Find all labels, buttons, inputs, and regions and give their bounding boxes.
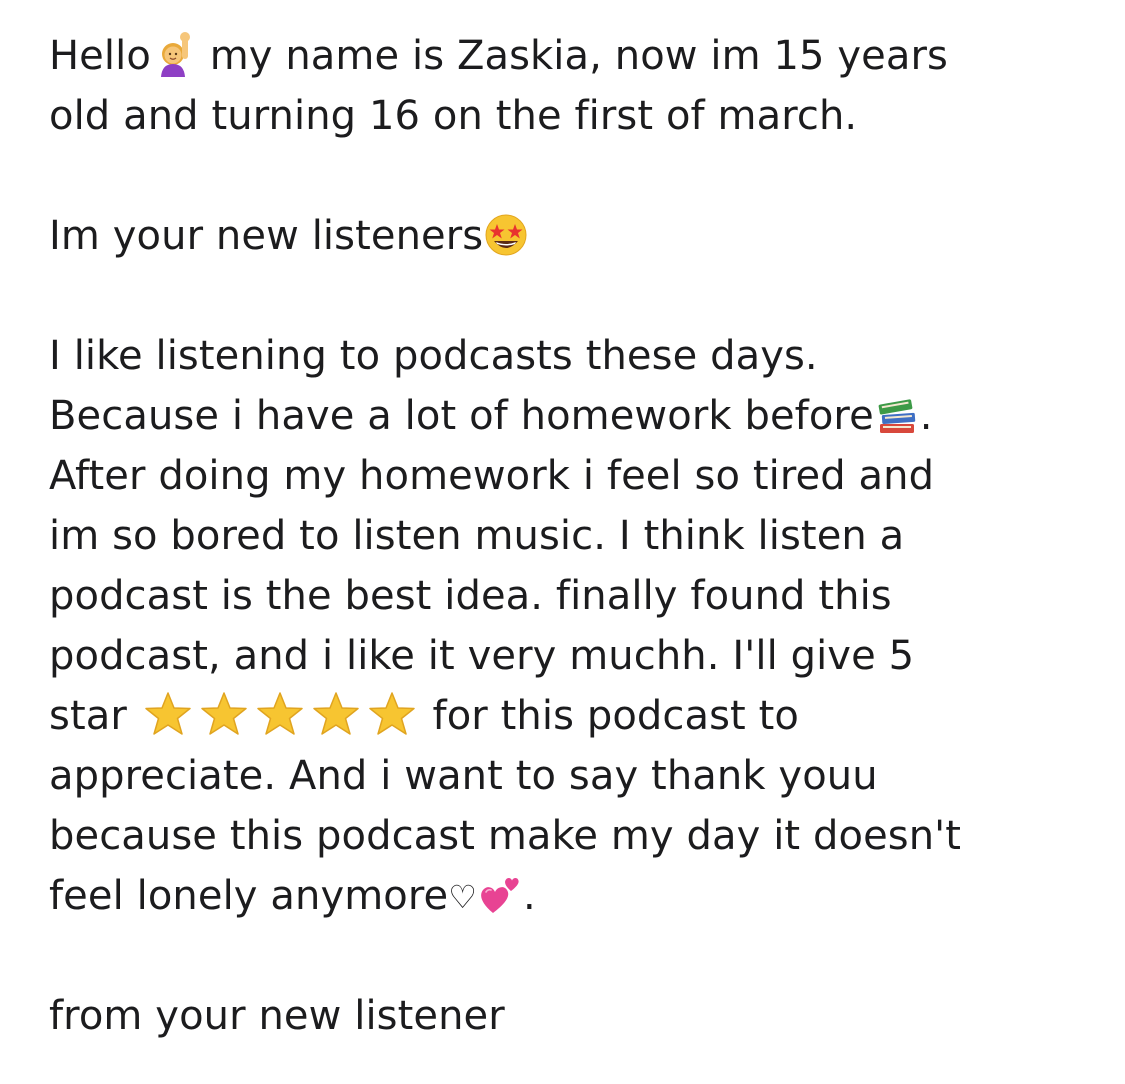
star-icon (308, 691, 364, 737)
period-text: . (919, 393, 933, 439)
note-line: Because i have a lot of homework before … (49, 386, 1109, 446)
books-icon (874, 391, 920, 437)
star-icon (196, 691, 252, 737)
two-hearts-icon (477, 871, 523, 917)
heart-outline-icon: ♡ (448, 878, 478, 916)
signature-text: from your new listener (49, 993, 505, 1039)
homework-text: Because i have a lot of homework before (49, 393, 874, 439)
star-icon (140, 691, 196, 737)
woman-raising-hand-icon (151, 31, 197, 77)
greeting-text: Hello (49, 33, 151, 79)
star-icon (364, 691, 420, 737)
note-line: podcast, and i like it very muchh. I'll … (49, 633, 915, 679)
note-line: After doing my homework i feel so tired … (49, 453, 935, 499)
note-line: star for this podcast to (49, 686, 1109, 746)
note-line: Im your new listeners (49, 206, 1109, 266)
note-line: im so bored to listen music. I think lis… (49, 513, 905, 559)
lonely-text: feel lonely anymore (49, 873, 449, 919)
note-line: because this podcast make my day it does… (49, 813, 962, 859)
note-line: Hello my name is Zaskia, now im 15 years (49, 26, 1109, 86)
star-struck-face-icon (483, 211, 529, 257)
note-line: I like listening to podcasts these days. (49, 333, 818, 379)
note-line: podcast is the best idea. finally found … (49, 573, 892, 619)
note-body: Hello my name is Zaskia, now im 15 years… (49, 26, 1109, 1046)
note-line: feel lonely anymore♡ . (49, 866, 1109, 926)
star-text: star (49, 693, 140, 739)
note-line: appreciate. And i want to say thank youu (49, 753, 878, 799)
star-rating (140, 691, 420, 739)
intro-text: my name is Zaskia, now im 15 years (196, 33, 948, 79)
star-icon (252, 691, 308, 737)
listener-text: Im your new listeners (49, 213, 484, 259)
podcast-text: for this podcast to (419, 693, 799, 739)
note-line: old and turning 16 on the first of march… (49, 93, 858, 139)
period-text: . (523, 873, 536, 919)
